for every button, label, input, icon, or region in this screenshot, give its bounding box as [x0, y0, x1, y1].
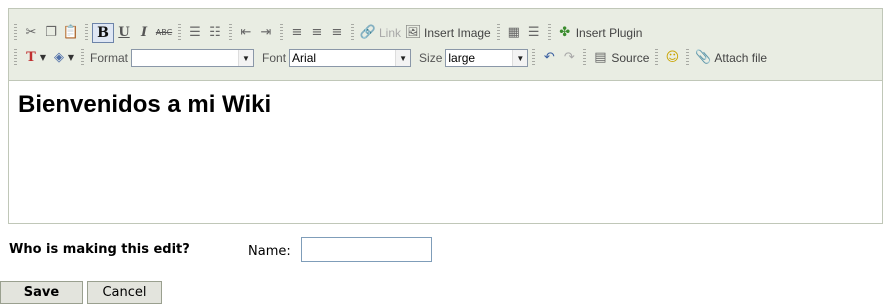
horizontal-rule-button[interactable]: ☰ — [524, 23, 544, 43]
name-input[interactable] — [301, 237, 432, 262]
toolbar-separator — [85, 24, 88, 42]
scissors-icon: ✂ — [25, 25, 37, 40]
toolbar-separator — [351, 24, 354, 42]
rich-text-editor: ✂ ❐ 📋 B U I ABC ☰ ☷ ⇤ ⇥ ≡ ≡ ≡ 🔗 Link 🖼 I… — [8, 8, 883, 224]
format-select[interactable]: ▼ — [131, 49, 255, 67]
toolbar-separator — [583, 49, 587, 67]
toolbar-separator — [178, 24, 181, 42]
align-center-icon: ≡ — [311, 25, 323, 40]
chevron-down-icon[interactable]: ▼ — [238, 50, 254, 66]
text-color-button[interactable]: T ▼ — [21, 48, 49, 68]
table-icon: ▦ — [507, 25, 520, 40]
align-center-button[interactable]: ≡ — [307, 23, 327, 43]
strikethrough-icon: ABC — [155, 28, 173, 37]
insert-table-button[interactable]: ▦ — [504, 23, 524, 43]
toolbar-separator — [532, 49, 536, 67]
indent-icon: ⇥ — [260, 25, 272, 40]
redo-icon: ↷ — [563, 50, 575, 65]
format-label: Format — [90, 51, 129, 65]
save-button[interactable]: Save — [0, 281, 83, 304]
ordered-list-button[interactable]: ☰ — [185, 23, 205, 43]
background-color-button[interactable]: ◈ ▼ — [49, 48, 77, 68]
paste-button[interactable]: 📋 — [61, 23, 81, 43]
toolbar-separator — [547, 24, 551, 42]
size-select-value: large — [448, 51, 476, 65]
paperclip-icon: 📎 — [695, 50, 712, 65]
attach-file-label: Attach file — [714, 51, 768, 65]
strikethrough-button[interactable]: ABC — [154, 23, 174, 43]
unordered-list-icon: ☷ — [209, 25, 221, 40]
insert-plugin-label: Insert Plugin — [575, 26, 643, 40]
chevron-down-icon: ▼ — [39, 53, 47, 62]
toolbar-separator — [655, 49, 659, 67]
insert-image-button[interactable]: 🖼 Insert Image — [403, 23, 493, 43]
copy-button[interactable]: ❐ — [41, 23, 61, 43]
underline-button[interactable]: U — [114, 23, 134, 43]
ordered-list-icon: ☰ — [189, 25, 201, 40]
outdent-button[interactable]: ⇤ — [236, 23, 256, 43]
font-select[interactable]: Arial ▼ — [289, 49, 412, 67]
toolbar-separator — [229, 24, 232, 42]
insert-plugin-button[interactable]: ✤ Insert Plugin — [555, 23, 645, 43]
horizontal-rule-icon: ☰ — [527, 25, 540, 40]
underline-icon: U — [118, 25, 130, 40]
toolbar-separator — [496, 24, 500, 42]
toolbar-row-1: ✂ ❐ 📋 B U I ABC ☰ ☷ ⇤ ⇥ ≡ ≡ ≡ 🔗 Link 🖼 I… — [9, 21, 882, 45]
name-label: Name: — [248, 244, 291, 259]
source-label: Source — [611, 51, 650, 65]
cancel-button[interactable]: Cancel — [87, 281, 162, 304]
toolbar-grip[interactable] — [14, 49, 17, 67]
toolbar-separator — [81, 49, 84, 67]
link-button[interactable]: 🔗 Link — [358, 23, 403, 43]
editor-content-area[interactable]: Bienvenidos a mi Wiki — [9, 81, 882, 223]
source-button[interactable]: ▤ Source — [590, 48, 651, 68]
link-label: Link — [379, 26, 402, 40]
font-label: Font — [262, 51, 287, 65]
bold-button[interactable]: B — [92, 23, 114, 43]
editor-toolbar: ✂ ❐ 📋 B U I ABC ☰ ☷ ⇤ ⇥ ≡ ≡ ≡ 🔗 Link 🖼 I… — [9, 9, 882, 81]
undo-button[interactable]: ↶ — [539, 48, 559, 68]
page-heading: Bienvenidos a mi Wiki — [18, 91, 272, 118]
align-left-button[interactable]: ≡ — [287, 23, 307, 43]
italic-button[interactable]: I — [134, 23, 154, 43]
who-is-editing-label: Who is making this edit? — [9, 242, 190, 257]
italic-icon: I — [140, 25, 148, 40]
align-left-icon: ≡ — [291, 25, 303, 40]
size-select[interactable]: large ▼ — [445, 49, 529, 67]
chevron-down-icon[interactable]: ▼ — [512, 50, 528, 66]
copy-icon: ❐ — [45, 25, 57, 40]
attach-file-button[interactable]: 📎 Attach file — [693, 48, 769, 68]
align-right-icon: ≡ — [331, 25, 343, 40]
smiley-button[interactable]: ☺ — [662, 48, 682, 68]
puzzle-icon: ✤ — [559, 25, 571, 40]
background-color-icon: ◈ — [54, 50, 64, 65]
chevron-down-icon[interactable]: ▼ — [395, 50, 411, 66]
size-label: Size — [419, 51, 443, 65]
undo-icon: ↶ — [543, 50, 555, 65]
redo-button[interactable]: ↷ — [559, 48, 579, 68]
unordered-list-button[interactable]: ☷ — [205, 23, 225, 43]
outdent-icon: ⇤ — [240, 25, 252, 40]
link-icon: 🔗 — [359, 25, 377, 40]
text-color-icon: T — [26, 50, 36, 65]
toolbar-row-2: T ▼ ◈ ▼ Format ▼ Font Arial ▼ Size large… — [9, 46, 882, 70]
source-icon: ▤ — [594, 50, 607, 65]
image-icon: 🖼 — [404, 25, 422, 40]
toolbar-separator — [280, 24, 283, 42]
insert-image-label: Insert Image — [424, 26, 491, 40]
font-select-value: Arial — [292, 51, 317, 65]
cut-button[interactable]: ✂ — [21, 23, 41, 43]
paste-icon: 📋 — [62, 25, 80, 40]
toolbar-grip[interactable] — [14, 24, 17, 42]
align-right-button[interactable]: ≡ — [327, 23, 347, 43]
chevron-down-icon: ▼ — [67, 53, 75, 62]
toolbar-separator — [686, 49, 690, 67]
indent-button[interactable]: ⇥ — [256, 23, 276, 43]
smiley-icon: ☺ — [665, 50, 680, 65]
bold-icon: B — [97, 25, 109, 41]
